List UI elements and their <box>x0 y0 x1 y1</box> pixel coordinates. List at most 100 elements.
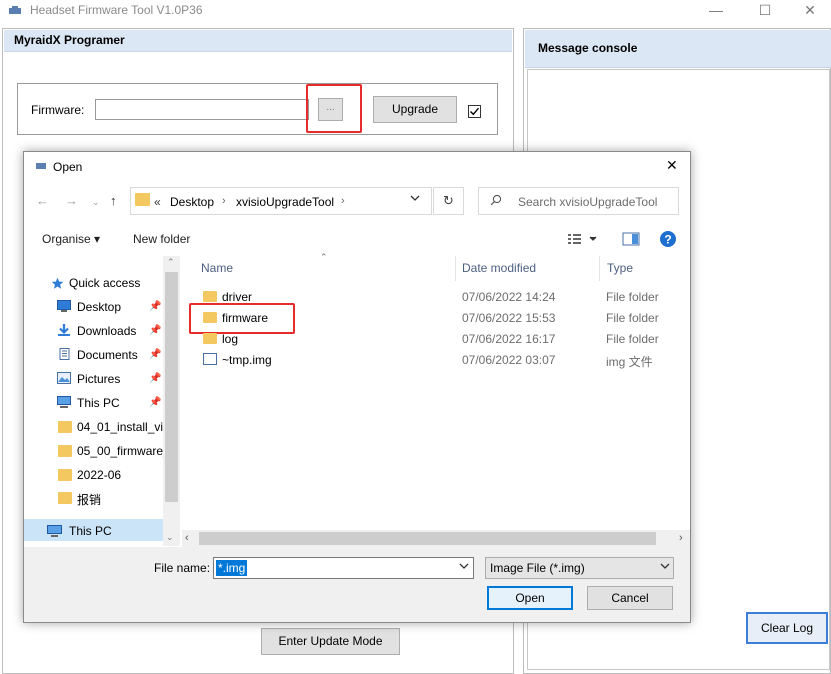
file-name-value[interactable]: *.img <box>216 560 248 576</box>
app-icon <box>9 6 21 14</box>
search-icon <box>490 194 502 206</box>
clear-log-button[interactable]: Clear Log <box>746 612 828 644</box>
nav-item-folder[interactable]: 04_01_install_vie <box>77 420 170 434</box>
dialog-title: Open <box>53 160 83 174</box>
breadcrumb-prefix[interactable]: « <box>154 195 161 209</box>
column-divider <box>455 256 456 281</box>
organise-menu[interactable]: Organise ▾ <box>42 232 100 246</box>
file-list-hscrollbar-thumb[interactable] <box>199 532 656 545</box>
folder-icon <box>135 193 150 206</box>
image-file-icon <box>203 353 217 365</box>
console-title: Message console <box>538 41 638 55</box>
nav-this-pc[interactable]: This PC <box>69 524 112 538</box>
maximize-button[interactable]: ☐ <box>742 0 788 22</box>
forward-arrow-icon[interactable]: → <box>65 193 78 208</box>
pc-icon <box>47 525 62 537</box>
pin-icon: 📌 <box>149 397 162 408</box>
svg-text:?: ? <box>664 233 671 247</box>
dialog-close-icon[interactable]: ✕ <box>666 157 678 174</box>
star-icon <box>51 277 64 289</box>
pictures-icon <box>57 372 71 384</box>
help-icon[interactable]: ? <box>659 230 677 248</box>
scroll-up-icon[interactable]: ⌃ <box>167 257 175 268</box>
nav-item-documents[interactable]: Documents <box>77 348 138 362</box>
refresh-icon[interactable]: ↻ <box>433 187 464 215</box>
file-date: 07/06/2022 14:24 <box>462 290 556 304</box>
breadcrumb-desktop[interactable]: Desktop <box>170 195 214 209</box>
column-name[interactable]: Name <box>201 261 233 275</box>
chevron-down-icon[interactable] <box>459 562 469 570</box>
file-type-value: Image File (*.img) <box>490 561 585 575</box>
check-icon <box>470 107 480 116</box>
documents-icon <box>59 348 70 360</box>
open-button[interactable]: Open <box>487 586 573 610</box>
file-date: 07/06/2022 16:17 <box>462 332 556 346</box>
file-type: File folder <box>606 290 659 304</box>
chevron-down-icon[interactable] <box>660 562 670 570</box>
enter-update-mode-button[interactable]: Enter Update Mode <box>261 628 400 655</box>
breadcrumb-separator: › <box>341 195 345 207</box>
scroll-left-icon[interactable]: ‹ <box>185 532 189 544</box>
folder-icon <box>58 469 72 481</box>
file-name[interactable]: log <box>222 332 238 346</box>
search-placeholder: Search xvisioUpgradeTool <box>518 195 658 209</box>
pin-icon: 📌 <box>149 349 162 360</box>
file-type: img 文件 <box>606 355 653 369</box>
pin-icon: 📌 <box>149 301 162 312</box>
programmer-panel-title: MyraidX Programer <box>14 33 125 47</box>
close-button[interactable]: ✕ <box>787 0 831 22</box>
nav-scrollbar-thumb[interactable] <box>165 272 178 502</box>
firmware-highlight-box <box>189 303 295 334</box>
pin-icon: 📌 <box>149 373 162 384</box>
file-name[interactable]: driver <box>222 290 252 304</box>
scroll-right-icon[interactable]: › <box>679 532 683 544</box>
folder-icon <box>203 291 217 302</box>
pin-icon: 📌 <box>149 325 162 336</box>
file-name-input[interactable] <box>213 557 474 579</box>
file-date: 07/06/2022 15:53 <box>462 311 556 325</box>
browse-highlight-box <box>306 84 362 133</box>
nav-item-downloads[interactable]: Downloads <box>77 324 136 338</box>
breadcrumb-xvisio[interactable]: xvisioUpgradeTool <box>236 195 334 209</box>
file-name-label: File name: <box>154 561 211 575</box>
nav-item-folder[interactable]: 报销 <box>77 491 101 508</box>
nav-quick-access[interactable]: Quick access <box>69 276 140 290</box>
sort-ascending-icon: ⌃ <box>320 252 328 262</box>
minimize-button[interactable]: — <box>693 0 739 22</box>
nav-item-pictures[interactable]: Pictures <box>77 372 120 386</box>
nav-item-desktop[interactable]: Desktop <box>77 300 121 314</box>
column-divider <box>599 256 600 281</box>
upgrade-button[interactable]: Upgrade <box>373 96 457 123</box>
preview-pane-icon[interactable] <box>622 232 640 246</box>
folder-icon <box>203 333 217 344</box>
nav-item-this-pc-pinned[interactable]: This PC <box>77 396 120 410</box>
cancel-button[interactable]: Cancel <box>587 586 673 610</box>
downloads-icon <box>58 324 70 336</box>
breadcrumb-separator: › <box>222 195 226 207</box>
view-options-icon[interactable] <box>568 233 598 245</box>
pc-icon <box>57 396 71 408</box>
firmware-path-input[interactable] <box>95 99 309 120</box>
up-arrow-icon[interactable]: ↑ <box>110 193 117 208</box>
nav-item-folder[interactable]: 05_00_firmware_ <box>77 444 170 458</box>
folder-icon <box>58 492 72 504</box>
column-type[interactable]: Type <box>607 261 633 275</box>
back-arrow-icon[interactable]: ← <box>36 193 49 208</box>
firmware-label: Firmware: <box>31 103 85 117</box>
file-type: File folder <box>606 311 659 325</box>
upgrade-checkbox[interactable] <box>468 105 481 118</box>
nav-item-folder[interactable]: 2022-06 <box>77 468 121 482</box>
dialog-app-icon <box>36 163 46 169</box>
chevron-down-icon[interactable] <box>409 193 421 203</box>
desktop-icon <box>57 300 71 312</box>
file-type: File folder <box>606 332 659 346</box>
file-name[interactable]: ~tmp.img <box>222 353 272 367</box>
app-title: Headset Firmware Tool V1.0P36 <box>30 3 203 17</box>
scroll-down-icon[interactable]: ⌄ <box>166 532 174 543</box>
file-date: 07/06/2022 03:07 <box>462 353 556 367</box>
column-date-modified[interactable]: Date modified <box>462 261 536 275</box>
folder-icon <box>58 421 72 433</box>
recent-locations-icon[interactable]: ⌄ <box>92 197 100 208</box>
folder-icon <box>58 445 72 457</box>
new-folder-button[interactable]: New folder <box>133 232 190 246</box>
